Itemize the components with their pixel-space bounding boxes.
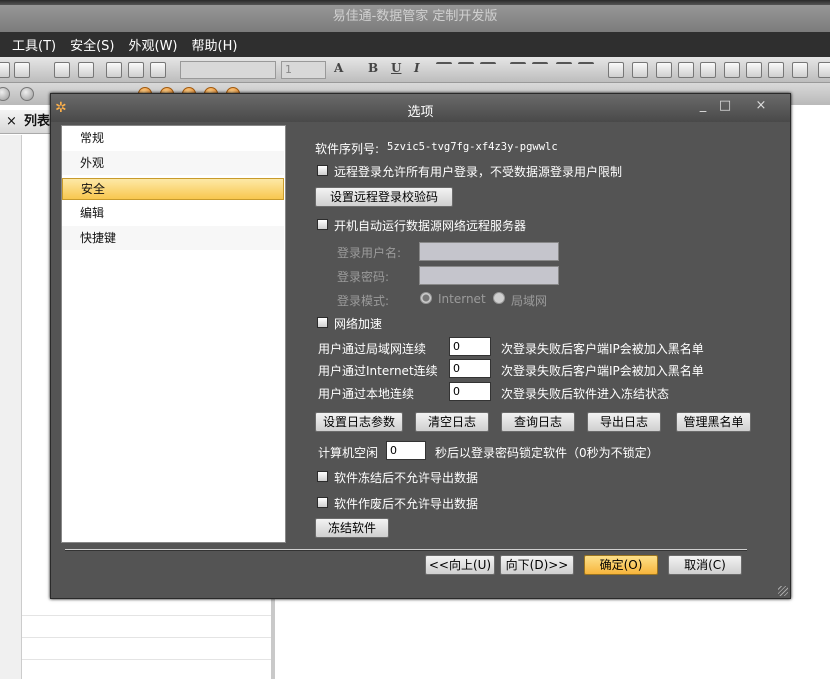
auto-start-server-checkbox[interactable]	[317, 219, 328, 230]
next-button[interactable]: 向下(D)>>	[500, 555, 574, 575]
window-top-edge	[0, 0, 830, 5]
picture-icon[interactable]	[700, 62, 716, 78]
document-icon[interactable]	[632, 62, 648, 78]
no-export-void-checkbox[interactable]	[317, 497, 328, 508]
menu-tools[interactable]: 工具(T)	[12, 35, 56, 54]
serial-label: 软件序列号:	[315, 142, 380, 156]
indent-icon[interactable]	[578, 62, 594, 72]
open-icon[interactable]	[14, 62, 30, 78]
no-export-void-label: 软件作废后不允许导出数据	[334, 497, 479, 511]
export-log-button[interactable]: 导出日志	[587, 412, 661, 432]
internet-fail-prefix: 用户通过Internet连续	[318, 364, 438, 378]
italic-icon[interactable]: I	[414, 61, 420, 75]
manage-blacklist-button[interactable]: 管理黑名单	[676, 412, 751, 432]
local-fail-suffix: 次登录失败后软件进入冻结状态	[501, 387, 670, 401]
chat-icon[interactable]	[20, 87, 34, 101]
list-row-divider	[22, 659, 271, 660]
menu-bar: 工具(T) 安全(S) 外观(W) 帮助(H)	[0, 32, 830, 57]
move-up-icon[interactable]	[54, 62, 70, 78]
grid-icon[interactable]	[746, 62, 762, 78]
login-password-label: 登录密码:	[337, 270, 390, 284]
local-fail-count-input[interactable]: 0	[449, 382, 491, 401]
options-dialog: ✲ 选项 _ □ × 常规 外观 安全 编辑 快捷键 软件序列号: 5zvic5…	[50, 93, 791, 599]
outdent-icon[interactable]	[556, 62, 572, 72]
underline-icon[interactable]: U	[391, 61, 401, 75]
bullet-list-icon[interactable]	[532, 62, 548, 72]
toolbar: 1 A B U I	[0, 57, 830, 83]
ok-button[interactable]: 确定(O)	[584, 555, 658, 575]
cancel-button[interactable]: 取消(C)	[668, 555, 742, 575]
login-mode-lan-label: 局域网	[511, 294, 548, 308]
image-icon[interactable]	[608, 62, 624, 78]
login-password-field[interactable]	[419, 266, 559, 285]
list-row-divider	[22, 615, 271, 616]
login-mode-internet-label: Internet	[438, 292, 486, 306]
list-row-header-column	[0, 135, 22, 679]
font-color-icon[interactable]: A	[334, 61, 343, 75]
footer-separator	[65, 549, 747, 551]
table-icon[interactable]	[678, 62, 694, 78]
no-export-frozen-checkbox[interactable]	[317, 471, 328, 482]
align-left-icon[interactable]	[436, 62, 452, 72]
menu-appearance[interactable]: 外观(W)	[129, 35, 178, 54]
log-settings-button[interactable]: 设置日志参数	[315, 412, 403, 432]
align-center-icon[interactable]	[458, 62, 474, 72]
freeze-software-button[interactable]: 冻结软件	[315, 518, 389, 538]
app-title-bar: 易佳通-数据管家 定制开发版	[0, 0, 830, 32]
font-family-combo[interactable]	[180, 61, 276, 79]
app-title: 易佳通-数据管家 定制开发版	[332, 9, 498, 24]
idle-seconds-input[interactable]: 0	[386, 441, 426, 460]
font-size-combo[interactable]: 1	[281, 61, 326, 79]
security-settings-panel: 软件序列号: 5zvic5-tvg7fg-xf4z3y-pgwwlc 远程登录允…	[51, 94, 790, 598]
serial-value: 5zvic5-tvg7fg-xf4z3y-pgwwlc	[387, 141, 558, 153]
idle-suffix: 秒后以登录密码锁定软件（0秒为不锁定）	[435, 446, 659, 460]
new-file-icon[interactable]	[0, 62, 10, 78]
idle-prefix: 计算机空闲	[318, 446, 379, 460]
remote-login-all-label: 远程登录允许所有用户登录，不受数据源登录用户限制	[334, 165, 623, 179]
list-pane-title: 列表	[24, 114, 51, 129]
list-pane-close-button[interactable]: ×	[6, 110, 17, 134]
list-row-divider	[22, 637, 271, 638]
local-fail-prefix: 用户通过本地连续	[318, 387, 415, 401]
align-right-icon[interactable]	[480, 62, 496, 72]
cut-icon[interactable]	[106, 62, 122, 78]
lan-fail-suffix: 次登录失败后客户端IP会被加入黑名单	[501, 342, 704, 356]
bold-icon[interactable]: B	[368, 61, 378, 75]
numbered-list-icon[interactable]	[510, 62, 526, 72]
remote-login-all-checkbox[interactable]	[317, 165, 328, 176]
auto-start-server-label: 开机自动运行数据源网络远程服务器	[334, 219, 527, 233]
internet-fail-count-input[interactable]: 0	[449, 359, 491, 378]
move-down-icon[interactable]	[78, 62, 94, 78]
login-mode-label: 登录模式:	[337, 294, 390, 308]
network-accel-label: 网络加速	[334, 317, 383, 331]
login-user-field[interactable]	[419, 242, 559, 261]
tools-icon[interactable]	[792, 62, 808, 78]
clear-log-button[interactable]: 清空日志	[415, 412, 489, 432]
resize-grip-icon[interactable]	[778, 586, 788, 596]
internet-fail-suffix: 次登录失败后客户端IP会被加入黑名单	[501, 364, 704, 378]
camera-icon[interactable]	[768, 62, 784, 78]
lan-fail-prefix: 用户通过局域网连续	[318, 342, 427, 356]
menu-help[interactable]: 帮助(H)	[192, 35, 238, 54]
login-user-label: 登录用户名:	[337, 246, 402, 260]
refresh-icon[interactable]	[0, 87, 10, 101]
login-mode-lan-radio[interactable]	[493, 292, 505, 304]
more-icon[interactable]	[818, 62, 830, 78]
set-remote-code-button[interactable]: 设置远程登录校验码	[315, 187, 453, 207]
prev-button[interactable]: <<向上(U)	[425, 555, 495, 575]
login-mode-internet-radio[interactable]	[420, 292, 432, 304]
lan-fail-count-input[interactable]: 0	[449, 337, 491, 356]
menu-security[interactable]: 安全(S)	[70, 35, 114, 54]
layers-icon[interactable]	[656, 62, 672, 78]
no-export-frozen-label: 软件冻结后不允许导出数据	[334, 471, 479, 485]
edit-icon[interactable]	[724, 62, 740, 78]
copy-icon[interactable]	[128, 62, 144, 78]
network-accel-checkbox[interactable]	[317, 317, 328, 328]
query-log-button[interactable]: 查询日志	[501, 412, 575, 432]
paste-icon[interactable]	[150, 62, 166, 78]
